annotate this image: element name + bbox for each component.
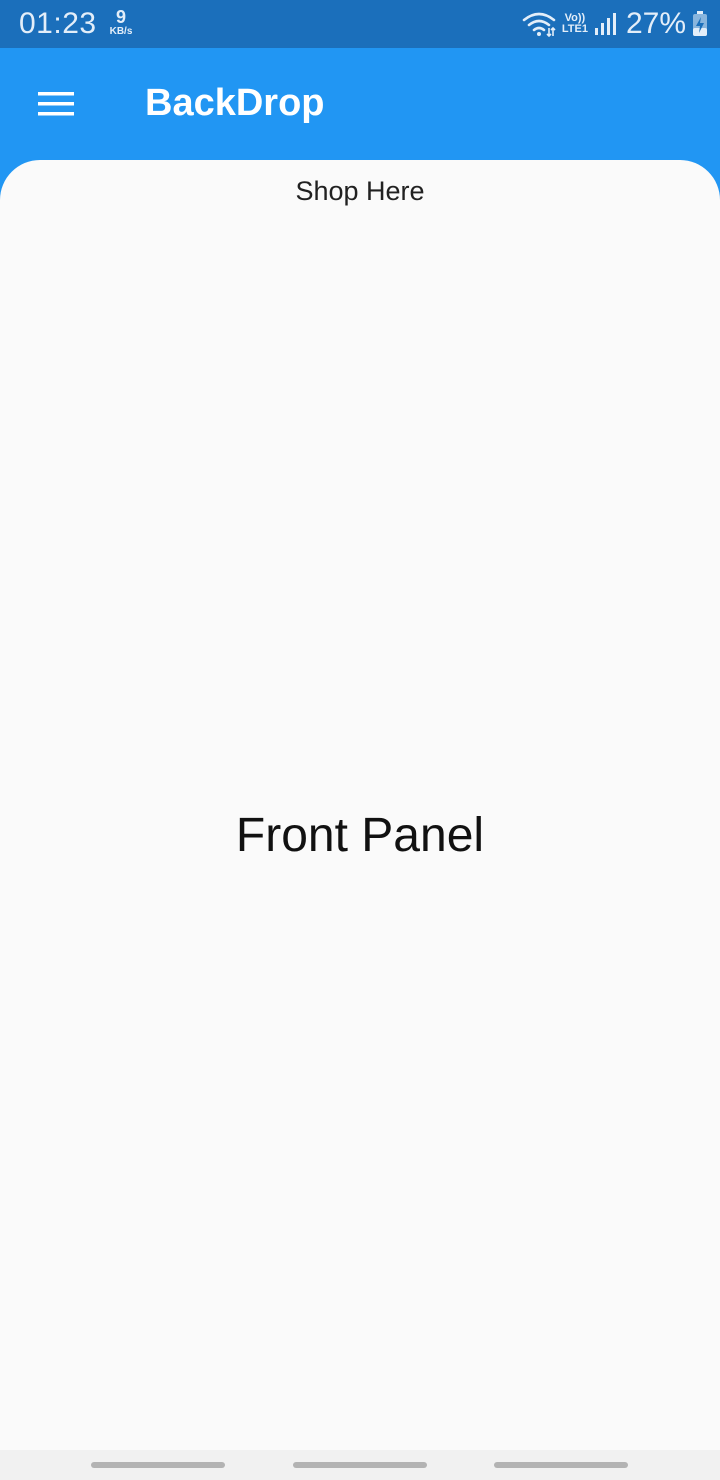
gesture-nav-bar <box>0 1450 720 1480</box>
nav-recents-pill[interactable] <box>91 1462 225 1468</box>
status-time: 01:23 <box>19 7 97 40</box>
volte-bottom-label: LTE1 <box>561 23 588 35</box>
wifi-icon <box>522 12 556 37</box>
signal-icon <box>594 13 616 35</box>
front-panel-body-text: Front Panel <box>235 809 485 862</box>
volte-indicator: Vo)) LTE1 <box>562 13 588 35</box>
network-speed-unit: KB/s <box>109 26 133 37</box>
battery-percent: 27% <box>625 7 686 40</box>
front-panel: Shop Here Front Panel <box>0 160 720 1450</box>
battery-charging-icon <box>693 11 707 36</box>
status-icons: Vo)) LTE1 27% <box>522 7 708 40</box>
nav-back-pill[interactable] <box>494 1462 628 1468</box>
app-title: BackDrop <box>145 82 325 124</box>
network-speed-value: 9 <box>115 7 126 27</box>
status-bar: 01:23 9 KB/s Vo)) LTE1 27% <box>0 0 720 48</box>
nav-home-pill[interactable] <box>293 1462 427 1468</box>
network-speed: 9 KB/s <box>104 8 138 37</box>
hamburger-menu-icon <box>38 92 74 116</box>
front-panel-header[interactable]: Shop Here <box>0 176 720 207</box>
app-bar: BackDrop <box>0 48 720 160</box>
menu-button[interactable] <box>28 80 84 128</box>
